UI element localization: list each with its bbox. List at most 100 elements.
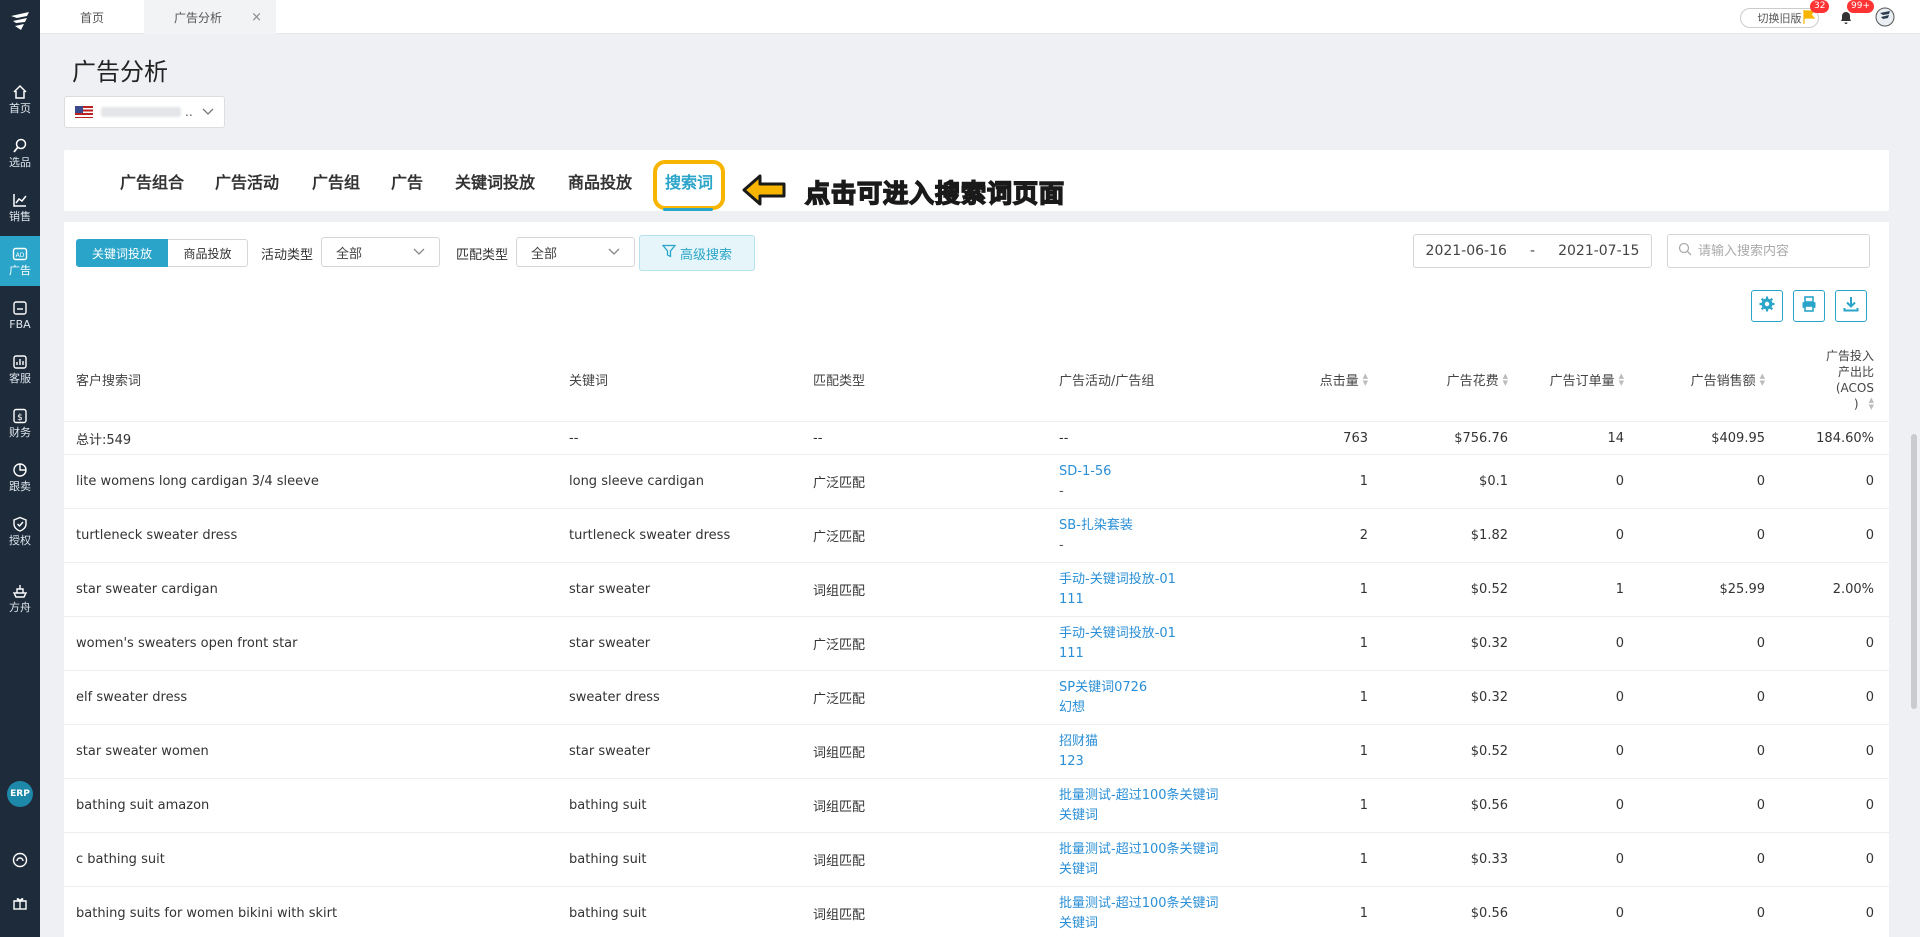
sidebar-item-home[interactable]: 首页 (0, 76, 40, 122)
campaign-link[interactable]: 批量测试-超过100条关键词 (1059, 840, 1219, 860)
cell-acos: 0 (1865, 852, 1874, 867)
cell-campaign: SB-扎染套装 - (1059, 509, 1133, 562)
cell-orders: 0 (1615, 528, 1624, 543)
ad-group-link[interactable]: 111 (1059, 590, 1084, 610)
date-range-picker[interactable]: 2021-06-16 - 2021-07-15 (1413, 234, 1652, 268)
cell-spend: $0.33 (1470, 852, 1508, 867)
sidebar-item-finance[interactable]: $ 财务 (0, 400, 40, 446)
sidebar-item-auth[interactable]: 授权 (0, 508, 40, 554)
ad-group-link[interactable]: 幻想 (1059, 698, 1085, 718)
tab-keyword-targeting[interactable]: 关键词投放 (455, 150, 535, 211)
campaign-link[interactable]: SP关键词0726 (1059, 678, 1147, 698)
settings-button[interactable] (1751, 290, 1783, 322)
sidebar-item-sales[interactable]: 销售 (0, 184, 40, 230)
cell-search-term: elf sweater dress (76, 690, 188, 705)
tab-label: 首页 (79, 10, 104, 25)
cell-keyword: star sweater (569, 636, 651, 651)
campaign-link[interactable]: 批量测试-超过100条关键词 (1059, 786, 1219, 806)
seg-product-targeting[interactable]: 商品投放 (168, 239, 248, 267)
sidebar-item-label: 广告 (9, 264, 31, 277)
match-type-label: 匹配类型 (456, 247, 509, 263)
cell-keyword: long sleeve cardigan (569, 474, 704, 489)
print-button[interactable] (1793, 290, 1825, 322)
avatar[interactable] (1874, 6, 1896, 28)
col-header-acos[interactable]: 广告投入 产出比 (ACOS ) ▲ ▼ (1804, 337, 1874, 422)
cell-sales: 0 (1756, 798, 1765, 813)
cell-campaign: 招财猫 123 (1059, 725, 1098, 778)
cell-acos: 2.00% (1832, 582, 1874, 597)
sidebar: 首页 选品 销售 AD 广告 FBA 客服 $ 财务 跟卖 授权 方舟 ERP (0, 0, 40, 937)
download-button[interactable] (1835, 290, 1867, 322)
activity-type-select[interactable]: 全部 (321, 237, 440, 267)
tab-ad-groups[interactable]: 广告组 (312, 150, 360, 211)
flag-icon[interactable]: 32 (1798, 0, 1830, 28)
store-name-blurred (101, 107, 181, 117)
cell-clicks: 1 (1359, 690, 1368, 705)
close-icon[interactable]: × (251, 10, 262, 25)
sort-icon[interactable]: ▲ ▼ (1760, 372, 1765, 387)
sidebar-item-ark[interactable]: 方舟 (0, 575, 40, 621)
tab-home[interactable]: 首页 (40, 0, 144, 34)
cell-orders: 1 (1615, 582, 1624, 597)
col-header-orders[interactable]: 广告订单量 ▲ ▼ (1494, 337, 1624, 422)
table-row: bathing suit amazon bathing suit 词组匹配 批量… (64, 779, 1889, 833)
total-sales: $409.95 (1711, 430, 1765, 446)
cell-clicks: 1 (1359, 744, 1368, 759)
cell-clicks: 1 (1359, 798, 1368, 813)
sidebar-item-selection[interactable]: 选品 (0, 130, 40, 176)
gift-icon[interactable] (11, 894, 29, 912)
vertical-scrollbar[interactable] (1911, 434, 1917, 709)
sidebar-item-label: 销售 (9, 210, 31, 223)
advanced-search-button[interactable]: 高级搜索 (639, 235, 755, 271)
store-select[interactable]: .. (64, 96, 225, 128)
ad-group-link[interactable]: 111 (1059, 644, 1084, 664)
gear-icon (1758, 295, 1776, 317)
ad-group-link[interactable]: 123 (1059, 752, 1084, 772)
cell-sales: 0 (1756, 474, 1765, 489)
col-header-spend[interactable]: 广告花费 ▲ ▼ (1384, 337, 1508, 422)
ad-group-link[interactable]: 关键词 (1059, 806, 1098, 826)
ad-group-link[interactable]: 关键词 (1059, 860, 1098, 880)
cell-search-term: women's sweaters open front star (76, 636, 298, 651)
cell-search-term: star sweater women (76, 744, 209, 759)
logo-icon[interactable] (8, 8, 32, 36)
campaign-link[interactable]: SB-扎染套装 (1059, 516, 1133, 536)
campaign-link[interactable]: 手动-关键词投放-01 (1059, 624, 1176, 644)
sidebar-item-fba[interactable]: FBA (0, 292, 40, 338)
campaign-link[interactable]: 批量测试-超过100条关键词 (1059, 894, 1219, 914)
sidebar-item-label: 首页 (9, 102, 31, 115)
sort-icon[interactable]: ▲ ▼ (1869, 396, 1874, 411)
tab-product-targeting[interactable]: 商品投放 (568, 150, 632, 211)
print-icon (1800, 295, 1818, 317)
chart-icon (11, 191, 29, 209)
sidebar-item-ads[interactable]: AD 广告 (0, 236, 40, 286)
seg-keyword-targeting[interactable]: 关键词投放 (76, 239, 168, 267)
match-type-select[interactable]: 全部 (516, 237, 635, 267)
bell-icon[interactable]: 99+ (1835, 0, 1874, 28)
erp-badge[interactable]: ERP (7, 781, 33, 807)
tab-ad-analysis[interactable]: 广告分析 × (144, 0, 276, 34)
cell-sales: 0 (1756, 690, 1765, 705)
sidebar-item-follow[interactable]: 跟卖 (0, 454, 40, 500)
sidebar-item-service[interactable]: 客服 (0, 346, 40, 392)
campaign-link[interactable]: 招财猫 (1059, 732, 1098, 752)
search-icon (11, 137, 29, 155)
sidebar-item-label: FBA (9, 318, 31, 331)
tab-ads[interactable]: 广告 (391, 150, 423, 211)
cell-orders: 0 (1615, 852, 1624, 867)
tab-portfolio[interactable]: 广告组合 (120, 150, 184, 211)
sort-icon[interactable]: ▲ ▼ (1363, 372, 1368, 387)
date-start: 2021-06-16 (1425, 243, 1507, 259)
campaign-link[interactable]: 手动-关键词投放-01 (1059, 570, 1176, 590)
ad-group-link[interactable]: 关键词 (1059, 914, 1098, 934)
headset-icon[interactable] (11, 851, 29, 869)
tab-campaigns[interactable]: 广告活动 (215, 150, 279, 211)
table-row: star sweater cardigan star sweater 词组匹配 … (64, 563, 1889, 617)
search-term-panel: 关键词投放 商品投放 活动类型 全部 匹配类型 全部 高级搜索 2021-06-… (64, 222, 1889, 937)
svg-text:$: $ (17, 413, 23, 423)
cell-match-type: 广泛匹配 (813, 476, 866, 491)
search-input[interactable] (1698, 243, 1858, 259)
col-header-sales[interactable]: 广告销售额 ▲ ▼ (1624, 337, 1765, 422)
campaign-link[interactable]: SD-1-56 (1059, 462, 1111, 482)
col-header-clicks[interactable]: 点击量 ▲ ▼ (1244, 337, 1368, 422)
